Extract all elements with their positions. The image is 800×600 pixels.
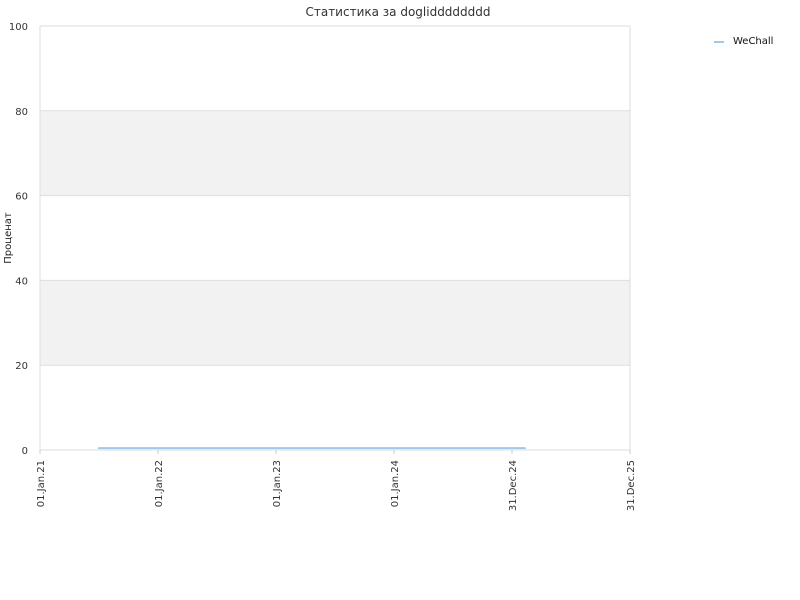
y-tick-label: 60 xyxy=(15,192,28,203)
y-axis-label: Проценат xyxy=(3,212,14,264)
x-axis-ticks: 01.Jan.21 01.Jan.22 01.Jan.23 01.Jan.24 31.D… xyxy=(36,450,637,511)
legend[interactable]: WeChall xyxy=(714,36,773,47)
y-tick-label: 0 xyxy=(22,446,28,457)
legend-label-wechall[interactable]: WeChall xyxy=(733,36,773,47)
y-tick-label: 80 xyxy=(15,107,28,118)
y-tick-label: 100 xyxy=(9,22,28,33)
y-tick-label: 40 xyxy=(15,276,28,287)
series-group xyxy=(97,447,527,450)
plot-background xyxy=(40,26,630,450)
data-point xyxy=(524,447,527,449)
x-tick-label: 01.Jan.24 xyxy=(390,460,401,507)
chart-title: Статистика за doglidddddddd xyxy=(305,5,490,19)
x-tick-label: 01.Jan.22 xyxy=(154,460,165,507)
x-tick-label: 31.Dec.24 xyxy=(508,460,519,511)
x-tick-label: 31.Dec.25 xyxy=(626,460,637,511)
chart-svg: Статистика за doglidddddddd 0 20 40 60 80 100… xyxy=(3,5,773,511)
x-tick-label: 01.Jan.23 xyxy=(272,460,283,507)
data-point xyxy=(97,447,100,449)
plot-area xyxy=(40,26,630,450)
grid-band xyxy=(40,110,630,196)
x-tick-label: 01.Jan.21 xyxy=(36,460,47,507)
grid-band xyxy=(40,280,630,366)
y-tick-label: 20 xyxy=(15,361,28,372)
